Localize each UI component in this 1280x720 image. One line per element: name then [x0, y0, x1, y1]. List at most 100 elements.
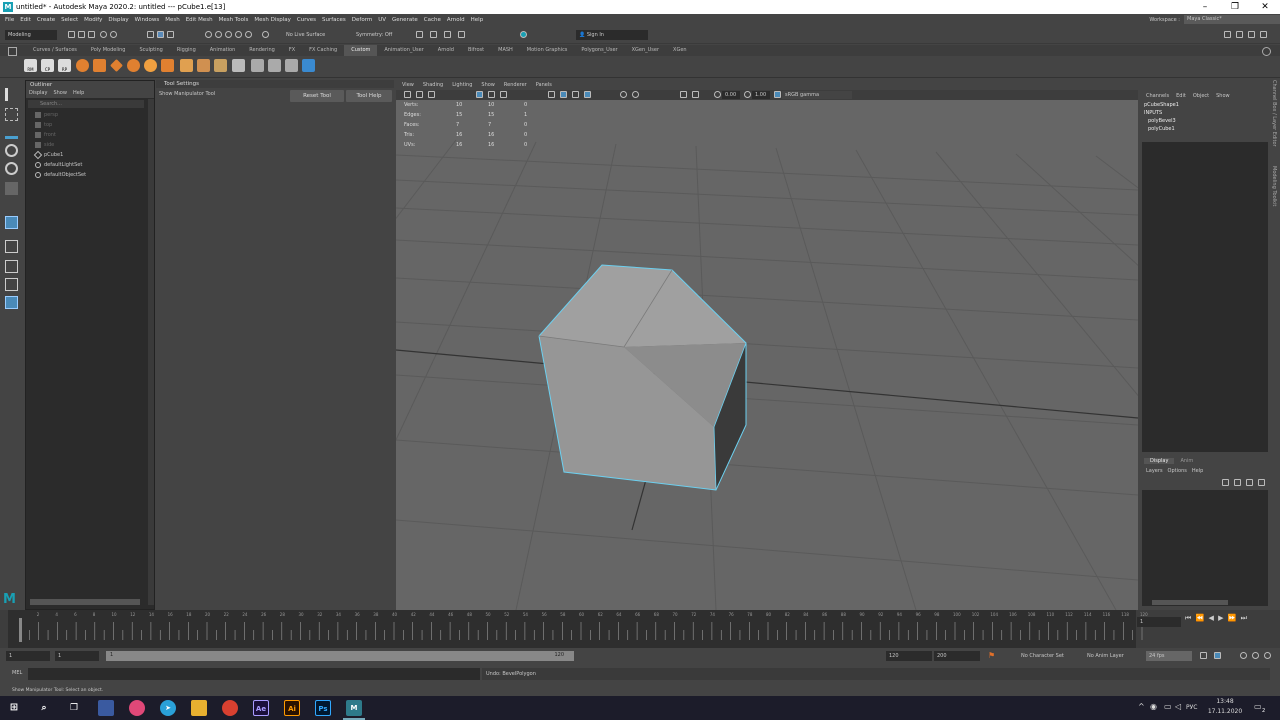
outliner-item-side[interactable]: side	[26, 140, 154, 150]
telegram-icon[interactable]: ➤	[160, 700, 176, 716]
extrude-icon[interactable]	[232, 59, 245, 72]
outliner-item-persp[interactable]: persp	[26, 110, 154, 120]
outliner-hscrollbar[interactable]	[30, 599, 140, 605]
illustrator-icon[interactable]: Ai	[284, 700, 300, 716]
shelf-tab[interactable]: Animation	[203, 45, 243, 56]
notifications-icon[interactable]: ▭	[1254, 702, 1262, 711]
outliner-menu-help[interactable]: Help	[73, 89, 84, 98]
shelf-tab[interactable]: XGen	[666, 45, 694, 56]
sign-in-dropdown[interactable]: 👤 Sign In	[576, 30, 648, 40]
arnold-render-icon[interactable]	[520, 31, 527, 38]
xray-icon[interactable]	[692, 91, 699, 98]
move-tool-icon[interactable]	[5, 144, 18, 157]
viewport-menu-view[interactable]: View	[402, 80, 414, 90]
network-icon[interactable]: ▭	[1164, 702, 1172, 711]
redo-icon[interactable]	[110, 31, 117, 38]
playback-end-field[interactable]: 120	[886, 651, 932, 661]
render-settings-icon[interactable]	[458, 31, 465, 38]
input-node[interactable]: polyBevel3	[1148, 118, 1176, 124]
select-object-icon[interactable]	[157, 31, 164, 38]
save-scene-icon[interactable]	[88, 31, 95, 38]
viewport-menu-show[interactable]: Show	[481, 80, 495, 90]
grid-toggle-icon[interactable]	[476, 91, 483, 98]
outliner-search-input[interactable]: Search...	[28, 100, 144, 108]
perspective-viewport[interactable]: Verts: 10 10 0 Edges: 15 15 1 Faces: 7 7 0 Tris: 1…	[396, 100, 1138, 610]
menu-mesh[interactable]: Mesh	[165, 17, 179, 23]
snap-grid-icon[interactable]	[205, 31, 212, 38]
undo-icon[interactable]	[100, 31, 107, 38]
channel-box-side-tab[interactable]: Channel Box / Layer Editor	[1271, 80, 1277, 160]
modeling-toolkit-side-tab[interactable]: Modeling Toolkit	[1271, 166, 1277, 236]
camera-attributes-icon[interactable]	[404, 91, 411, 98]
film-gate-icon[interactable]	[488, 91, 495, 98]
workspace-dropdown[interactable]: Maya Classic*	[1184, 15, 1280, 24]
file-explorer-icon[interactable]	[191, 700, 207, 716]
new-scene-icon[interactable]	[68, 31, 75, 38]
cylinder-icon[interactable]	[161, 59, 174, 72]
outliner-layout-icon[interactable]	[5, 296, 18, 309]
menu-surfaces[interactable]: Surfaces	[322, 17, 346, 23]
shape-node-label[interactable]: pCubeShape1	[1144, 102, 1179, 108]
shelf-options-icon[interactable]	[1262, 47, 1271, 56]
playback-start-field[interactable]: 1	[55, 651, 99, 661]
maya-taskbar-icon[interactable]: M	[346, 700, 362, 716]
windows-start-icon[interactable]: ⊞	[6, 700, 22, 716]
menu-file[interactable]: File	[5, 17, 14, 23]
mode-dropdown[interactable]: Modeling	[5, 30, 57, 40]
snap-curve-icon[interactable]	[215, 31, 222, 38]
fps-dropdown[interactable]: 24 fps	[1146, 651, 1192, 661]
photoshop-icon[interactable]: Ps	[315, 700, 331, 716]
viewport-menu-lighting[interactable]: Lighting	[452, 80, 472, 90]
object-menu[interactable]: Object	[1193, 93, 1209, 99]
current-frame-field[interactable]: 1	[1137, 617, 1181, 627]
shelf-tab[interactable]: XGen_User	[625, 45, 666, 56]
ambient-occlusion-icon[interactable]	[632, 91, 639, 98]
show-menu[interactable]: Show	[1216, 93, 1230, 99]
scale-tool-icon[interactable]	[5, 182, 18, 195]
layer-up-icon[interactable]	[1222, 479, 1229, 486]
select-component-icon[interactable]	[167, 31, 174, 38]
live-surface-field[interactable]: No Live Surface	[283, 30, 333, 40]
bridge-icon[interactable]	[251, 59, 264, 72]
language-indicator[interactable]: РУС	[1186, 704, 1197, 711]
render-current-frame-icon[interactable]	[430, 31, 437, 38]
shelf-tab[interactable]: MASH	[491, 45, 520, 56]
persp-outliner-icon[interactable]	[5, 278, 18, 291]
layer-down-icon[interactable]	[1234, 479, 1241, 486]
menu-edit-mesh[interactable]: Edit Mesh	[186, 17, 213, 23]
mel-label[interactable]: MEL	[12, 670, 22, 676]
show-manipulator-icon[interactable]	[5, 216, 18, 229]
close-icon[interactable]: ✕	[1250, 0, 1280, 14]
rotate-tool-icon[interactable]	[5, 162, 18, 175]
menu-help[interactable]: Help	[471, 17, 484, 23]
menu-cache[interactable]: Cache	[424, 17, 441, 23]
shadows-icon[interactable]	[620, 91, 627, 98]
toggle-attribute-editor-icon[interactable]	[1236, 31, 1243, 38]
menu-mesh-display[interactable]: Mesh Display	[254, 17, 291, 23]
construction-history-icon[interactable]	[416, 31, 423, 38]
sphere-soft-icon[interactable]	[144, 59, 157, 72]
playback-prefs-icon[interactable]	[1252, 652, 1259, 659]
outliner-item-top[interactable]: top	[26, 120, 154, 130]
box-3d-icon[interactable]	[180, 59, 193, 72]
shelf-menu-icon[interactable]	[8, 47, 17, 56]
tray-app-icon[interactable]: ◉	[1150, 702, 1157, 711]
merge-icon[interactable]	[268, 59, 281, 72]
snap-surface-icon[interactable]	[245, 31, 252, 38]
viewport-menu-renderer[interactable]: Renderer	[504, 80, 527, 90]
shelf-tab[interactable]: Rendering	[242, 45, 282, 56]
viewport-menu-shading[interactable]: Shading	[423, 80, 443, 90]
menu-display[interactable]: Display	[108, 17, 128, 23]
shelf-rp-button[interactable]: RP	[58, 59, 71, 72]
menu-create[interactable]: Create	[37, 17, 55, 23]
outliner-item-defaultlightset[interactable]: defaultLightSet	[26, 160, 154, 170]
shelf-tab[interactable]: Motion Graphics	[520, 45, 575, 56]
range-slider[interactable]: 1 120	[106, 651, 574, 661]
shelf-cp-button[interactable]: CP	[41, 59, 54, 72]
outliner-menu-display[interactable]: Display	[29, 89, 47, 98]
menu-windows[interactable]: Windows	[135, 17, 160, 23]
menu-modify[interactable]: Modify	[84, 17, 102, 23]
display-tab[interactable]: Display	[1144, 458, 1175, 464]
outliner-item-pcube1[interactable]: pCube1	[26, 150, 154, 160]
shelf-tab[interactable]: Rigging	[170, 45, 203, 56]
